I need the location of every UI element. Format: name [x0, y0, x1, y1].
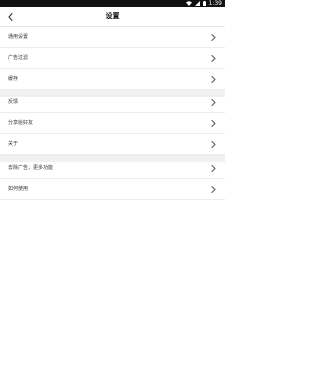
row-feedback[interactable]: 反馈 — [0, 92, 225, 113]
wifi-icon — [185, 1, 192, 6]
row-label: 通用设置 — [8, 34, 29, 40]
app-bar: 设置 — [0, 7, 225, 27]
back-button[interactable] — [4, 10, 16, 23]
row-label: 如何使用 — [8, 186, 29, 192]
chevron-right-icon — [211, 120, 216, 127]
row-how-to-use[interactable]: 如何使用 — [0, 179, 225, 200]
page-title: 设置 — [105, 12, 120, 20]
chevron-right-icon — [211, 141, 216, 148]
status-time: 1:39 — [208, 0, 222, 7]
row-label: 分享给好友 — [8, 120, 34, 126]
chevron-left-icon — [7, 12, 13, 21]
chevron-right-icon — [211, 34, 216, 41]
row-label: 关于 — [8, 141, 19, 147]
chevron-right-icon — [211, 186, 216, 193]
row-about[interactable]: 关于 — [0, 134, 225, 155]
chevron-right-icon — [211, 76, 216, 83]
row-ad-filter[interactable]: 广告过滤 — [0, 48, 225, 69]
row-label: 反馈 — [8, 99, 19, 105]
row-cache[interactable]: 缓存 — [0, 69, 225, 90]
chevron-right-icon — [211, 99, 216, 106]
chevron-right-icon — [211, 55, 216, 62]
signal-icon — [194, 1, 200, 6]
settings-group-feedback: 反馈 分享给好友 关于 — [0, 92, 225, 155]
chevron-right-icon — [211, 165, 216, 172]
status-icons: 1:39 — [185, 0, 222, 7]
settings-group-premium: 去除广告，更多功能 如何使用 — [0, 158, 225, 200]
row-label: 缓存 — [8, 76, 19, 82]
settings-group-general: 通用设置 广告过滤 缓存 — [0, 27, 225, 90]
battery-icon — [202, 1, 206, 6]
row-general-settings[interactable]: 通用设置 — [0, 27, 225, 48]
status-bar: 1:39 — [0, 0, 225, 7]
row-remove-ads[interactable]: 去除广告，更多功能 — [0, 158, 225, 179]
row-label: 广告过滤 — [8, 55, 29, 61]
row-share[interactable]: 分享给好友 — [0, 113, 225, 134]
row-label: 去除广告，更多功能 — [8, 165, 54, 171]
